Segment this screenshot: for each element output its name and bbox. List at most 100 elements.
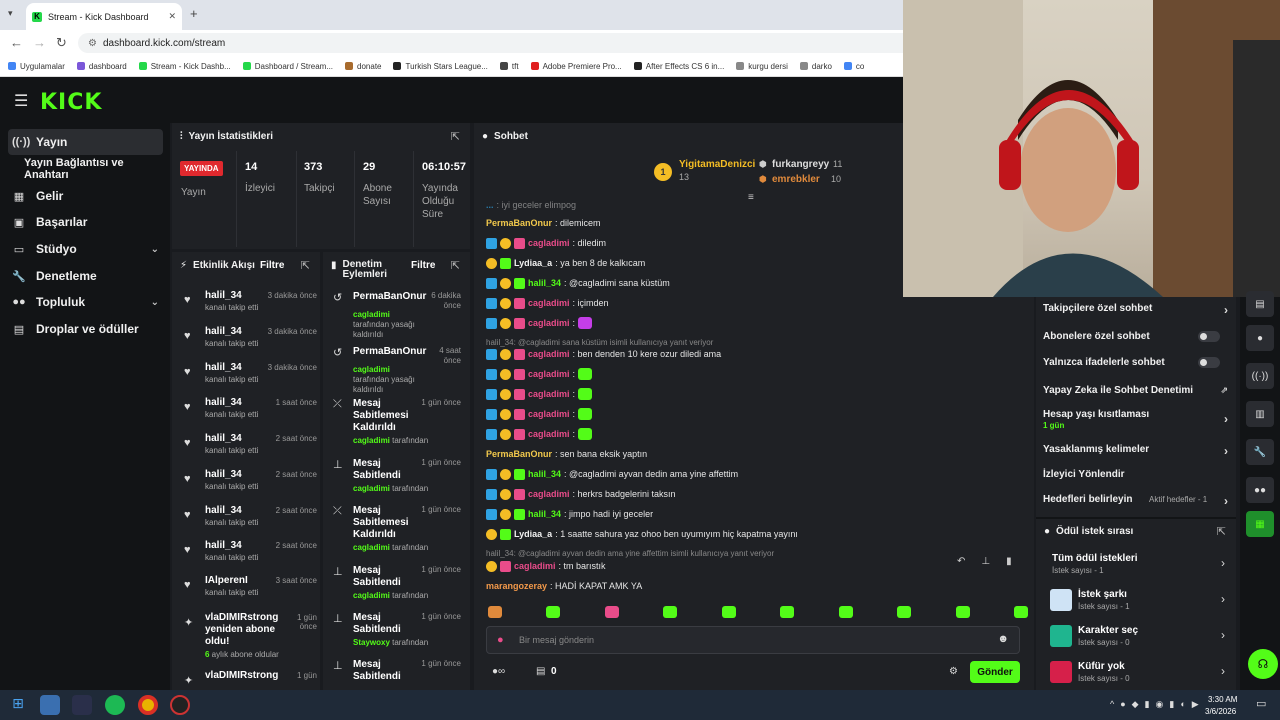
help-icon[interactable]: ☊ [1248, 649, 1278, 679]
menu-icon[interactable]: ☰ [14, 91, 28, 111]
popout-icon[interactable]: ⇱ [451, 259, 460, 272]
emotes-only-chat[interactable]: Yalnızca ifadelerle sohbet [1043, 357, 1228, 368]
kick-logo[interactable]: KICK [40, 90, 102, 115]
bookmark-item[interactable]: Stream - Kick Dashb... [138, 62, 231, 71]
chat-message[interactable]: cagladimi: ben denden 10 kere ozur diled… [486, 346, 1026, 362]
chat-message[interactable]: halil_34: jimpo hadi iyi geceler [486, 506, 1026, 522]
reward-item[interactable]: Karakter seç İstek sayısı - 0 › [1050, 625, 1225, 651]
chat-username[interactable]: halil_34 [528, 509, 561, 519]
reply-icon[interactable]: ↶ [957, 556, 965, 576]
emote-icon[interactable] [488, 606, 502, 618]
reward-item[interactable]: İstek şarkı İstek sayısı - 1 › [1050, 589, 1225, 615]
chat-message[interactable]: halil_34: @cagladimi ayvan dedin ama yin… [486, 466, 1026, 482]
chat-message[interactable]: marangozeray: HADİ KAPAT AMK YA [486, 578, 1026, 594]
browser-tab[interactable]: K Stream - Kick Dashboard ✕ [26, 3, 182, 30]
bookmark-item[interactable]: co [843, 62, 864, 71]
chat-username[interactable]: marangozeray [486, 581, 547, 591]
chat-message[interactable]: PermaBanOnur: sen bana eksik yaptın [486, 446, 1026, 462]
forward-icon[interactable]: → [33, 35, 46, 50]
chat-username[interactable]: cagladimi [528, 298, 570, 308]
clapper-icon[interactable]: ▦ [1246, 511, 1274, 537]
microphone-icon[interactable]: ● [497, 634, 504, 646]
bookmark-item[interactable]: Dashboard / Stream... [242, 62, 333, 71]
send-button[interactable]: Gönder [970, 661, 1020, 683]
ai-moderation[interactable]: Yapay Zeka ile Sohbet Denetimi ⇗ [1043, 385, 1228, 396]
sidebar-item-studyo[interactable]: ▭ Stüdyo ⌄ [8, 236, 163, 262]
app-icon[interactable] [72, 695, 92, 715]
chat-username[interactable]: cagladimi [514, 561, 556, 571]
back-icon[interactable]: ← [10, 35, 23, 50]
sidebar-item-yayin[interactable]: ((·)) Yayın [8, 129, 163, 155]
sidebar-item-basarilar[interactable]: ▣ Başarılar [8, 209, 163, 235]
document-icon[interactable]: ▤ [1246, 291, 1274, 317]
new-tab-icon[interactable]: + [190, 6, 198, 21]
chat-message[interactable]: Lydiaa_a: 1 saatte sahura yaz ohoo ben u… [486, 526, 1026, 542]
chat-message[interactable]: cagladimi: içimden [486, 295, 1026, 311]
reward-item[interactable]: Küfür yok İstek sayısı - 0 › [1050, 661, 1225, 687]
chat-username[interactable]: cagladimi [528, 389, 570, 399]
chat-settings-icon[interactable]: ⚙ [949, 666, 958, 677]
subscribers-only-chat[interactable]: Abonelere özel sohbet [1043, 331, 1228, 342]
chat-username[interactable]: cagladimi [528, 318, 570, 328]
emoji-icon[interactable]: ☻ [997, 633, 1009, 645]
close-tab-icon[interactable]: ✕ [168, 11, 176, 22]
pin-icon[interactable]: ⊥ [981, 556, 990, 576]
community-icon[interactable]: ●● [1246, 477, 1274, 503]
set-goals[interactable]: Hedefleri belirleyin Aktif hedefler - 1 › [1043, 494, 1228, 508]
emote-icon[interactable] [955, 606, 970, 618]
points-icon[interactable]: ●∞ [492, 666, 505, 677]
toggle-switch[interactable] [1198, 357, 1220, 368]
toggle-switch[interactable] [1198, 331, 1220, 342]
notification-icon[interactable]: ▭ [1256, 697, 1266, 710]
reward-all-requests[interactable]: Tüm ödül istekleri İstek sayısı - 1 › [1050, 553, 1225, 579]
windows-start-icon[interactable]: ⊞ [8, 695, 28, 715]
account-age-restriction[interactable]: Hesap yaşı kısıtlaması › [1043, 409, 1228, 426]
chat-message[interactable]: cagladimi: tm barıstık [486, 558, 1026, 574]
followers-only-chat[interactable]: Takipçilere özel sohbet › [1043, 303, 1228, 317]
bookmark-item[interactable]: kurgu dersi [736, 62, 788, 71]
reload-icon[interactable]: ↻ [56, 35, 67, 51]
popout-icon[interactable]: ⇱ [451, 130, 460, 143]
filter-button[interactable]: Filtre [260, 260, 284, 271]
chat-username[interactable]: halil_34 [528, 469, 561, 479]
url-field[interactable]: ⚙ dashboard.kick.com/stream [78, 33, 978, 53]
chat-username[interactable]: Lydiaa_a [514, 258, 552, 268]
chat-username[interactable]: cagladimi [528, 409, 570, 419]
chat-username[interactable]: cagladimi [528, 369, 570, 379]
chat-username[interactable]: halil_34 [528, 278, 561, 288]
chat-message[interactable]: cagladimi: [486, 426, 1026, 442]
bookmark-item[interactable]: Uygulamalar [8, 62, 65, 71]
print-icon[interactable]: ▥ [1246, 401, 1274, 427]
sidebar-item-topluluk[interactable]: ●● Topluluk ⌄ [8, 289, 163, 315]
chat-username[interactable]: cagladimi [528, 429, 570, 439]
banned-words[interactable]: Yasaklanmış kelimeler › [1043, 444, 1228, 458]
emote-icon[interactable] [721, 606, 736, 618]
bookmark-item[interactable]: After Effects CS 6 in... [633, 62, 724, 71]
chat-username[interactable]: PermaBanOnur [486, 218, 552, 228]
chat-message[interactable]: cagladimi: [486, 386, 1026, 402]
sidebar-item-droplar[interactable]: ▤ Droplar ve ödüller [8, 316, 163, 342]
chat-message[interactable]: cagladimi: herkrs badgelerini taksın [486, 486, 1026, 502]
chat-username[interactable]: cagladimi [528, 489, 570, 499]
gift-icon[interactable]: ▤ [536, 666, 545, 677]
chat-username[interactable]: Lydiaa_a [514, 529, 552, 539]
system-tray-icons[interactable]: ^●◆▮◉▮◐▶ [1110, 699, 1205, 710]
emote-icon[interactable] [663, 606, 678, 618]
bookmark-item[interactable]: dashboard [76, 62, 127, 71]
popout-icon[interactable]: ⇱ [301, 259, 310, 272]
bookmark-item[interactable]: darko [799, 62, 832, 71]
chat-icon[interactable]: ● [1246, 325, 1274, 351]
emote-icon[interactable] [897, 606, 912, 618]
bookmark-item[interactable]: donate [345, 62, 381, 71]
popout-icon[interactable]: ⇱ [1217, 525, 1226, 538]
bookmark-item[interactable]: tft [499, 62, 519, 71]
wrench-icon[interactable]: 🔧 [1246, 439, 1274, 465]
bookmark-item[interactable]: Adobe Premiere Pro... [530, 62, 622, 71]
filter-button[interactable]: Filtre [411, 260, 435, 271]
chat-message[interactable]: cagladimi: [486, 366, 1026, 382]
chat-username[interactable]: cagladimi [528, 238, 570, 248]
viewer-redirect[interactable]: İzleyici Yönlendir [1043, 469, 1228, 480]
tab-list-icon[interactable]: ▾ [8, 8, 13, 19]
chat-username[interactable]: PermaBanOnur [486, 449, 552, 459]
bookmark-item[interactable]: Turkish Stars League... [393, 62, 488, 71]
